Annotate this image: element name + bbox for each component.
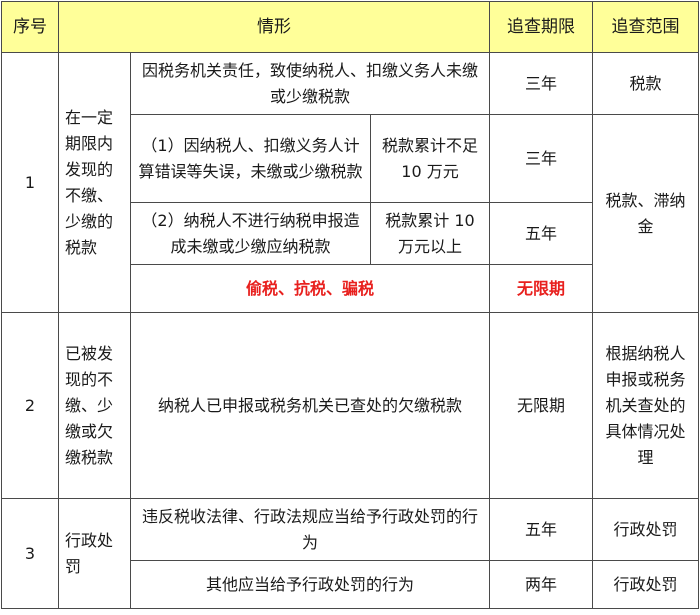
table-row: 3 行政处罚 违反税收法律、行政法规应当给予行政处罚的行为 五年 行政处罚	[1, 498, 700, 609]
category-cell: 行政处罚	[58, 498, 131, 609]
situation-cell: 其他应当给予行政处罚的行为	[129, 560, 491, 609]
condition-cell: 税款累计不足 10 万元	[369, 114, 491, 203]
category-cell: 已被发现的不缴、少缴或欠缴税款	[58, 312, 131, 499]
condition-cell: 税款累计 10 万元以上	[369, 202, 491, 265]
situation-cell: （1）因纳税人、扣缴义务人计算错误等失误，未缴或少缴税款	[130, 114, 371, 203]
situation-cell: 因税务机关责任，致使纳税人、扣缴义务人未缴或少缴税款	[129, 52, 491, 115]
period-cell: 三年	[489, 52, 594, 115]
header-situation: 情形	[57, 1, 491, 53]
period-cell: 无限期	[489, 312, 594, 499]
category-cell: 在一定期限内发现的不缴、少缴的税款	[58, 52, 131, 313]
header-row: 序号 情形 追查期限 追查范围	[1, 1, 700, 53]
tax-audit-table: 序号 情形 追查期限 追查范围 1 在一定期限内发现的不缴、少缴的税款 因税务机…	[1, 1, 700, 609]
period-cell: 三年	[489, 114, 594, 203]
scope-cell: 行政处罚	[592, 560, 700, 609]
situation-cell-highlight: 偷税、抗税、骗税	[129, 264, 491, 313]
scope-cell: 根据纳税人申报或税务机关查处的具体情况处理	[592, 312, 700, 499]
table-row: 2 已被发现的不缴、少缴或欠缴税款 纳税人已申报或税务机关已查处的欠缴税款 无限…	[1, 312, 700, 499]
period-cell: 五年	[489, 498, 594, 561]
table-row: 1 在一定期限内发现的不缴、少缴的税款 因税务机关责任，致使纳税人、扣缴义务人未…	[1, 52, 700, 313]
scope-cell: 行政处罚	[592, 498, 700, 561]
situation-cell: 违反税收法律、行政法规应当给予行政处罚的行为	[129, 498, 491, 561]
situation-cell: 纳税人已申报或税务机关已查处的欠缴税款	[129, 312, 491, 499]
seq-cell: 1	[1, 52, 59, 313]
situation-cell: （2）纳税人不进行纳税申报造成未缴或少缴应纳税款	[130, 202, 371, 265]
period-cell: 五年	[489, 202, 594, 265]
header-period: 追查期限	[489, 1, 594, 53]
seq-cell: 2	[1, 312, 59, 499]
page: 序号 情形 追查期限 追查范围 1 在一定期限内发现的不缴、少缴的税款 因税务机…	[0, 0, 700, 615]
header-seq: 序号	[1, 1, 59, 53]
period-cell-highlight: 无限期	[489, 264, 594, 313]
scope-cell: 税款	[592, 52, 700, 115]
scope-cell: 税款、滞纳金	[592, 114, 700, 313]
header-scope: 追查范围	[592, 1, 700, 53]
period-cell: 两年	[489, 560, 594, 609]
seq-cell: 3	[1, 498, 59, 609]
